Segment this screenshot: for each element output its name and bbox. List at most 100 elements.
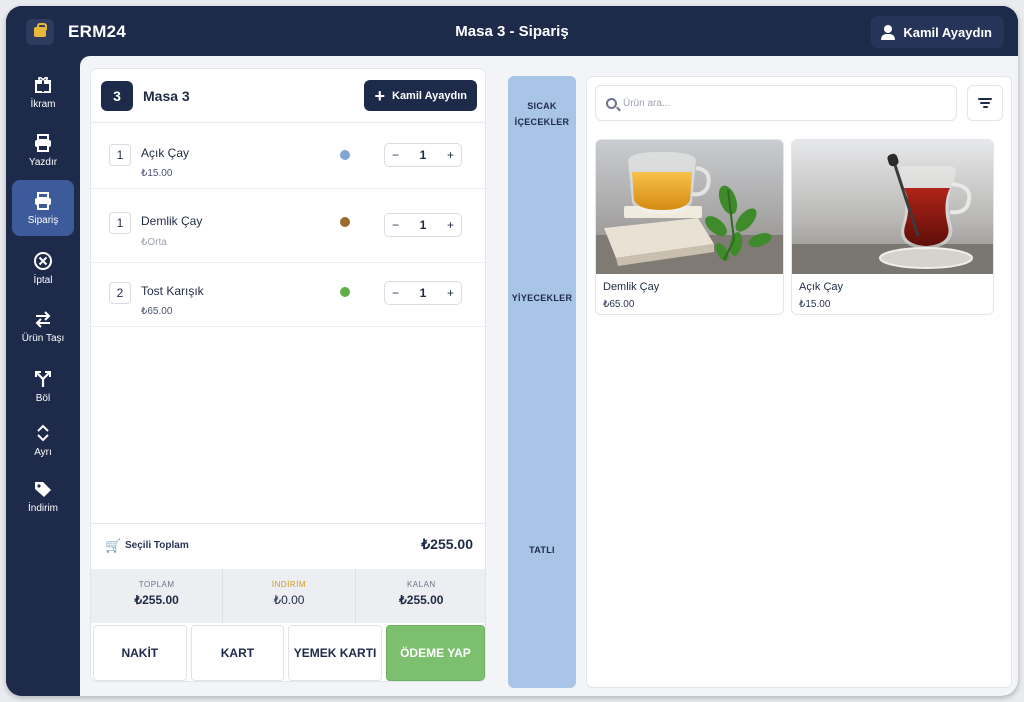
item-price: ₺Orta (141, 237, 167, 248)
sidebar-item-label: İndirim (27, 502, 58, 514)
item-quantity: 1 (109, 144, 131, 166)
gift-icon (35, 76, 51, 93)
remaining-value: ₺255.00 (399, 593, 444, 607)
stepper-value: 1 (419, 286, 427, 300)
cart-icon: 🛒 (105, 538, 122, 553)
top-bar: ERM24 Masa 3 - Sipariş Kamil Ayaydın (6, 6, 1018, 56)
item-name: Açık Çay (141, 146, 190, 160)
remaining-label: KALAN (406, 580, 436, 589)
stepper-value: 1 (419, 148, 427, 162)
stepper-value: 1 (419, 218, 427, 232)
pay-button[interactable]: ÖDEME YAP (385, 625, 485, 681)
order-item[interactable]: 1 Açık Çay ₺15.00 − 1 + (91, 123, 485, 189)
order-summary: TOPLAM ₺255.00 İNDİRİM ₺0.00 KALAN ₺255.… (91, 569, 485, 623)
sidebar-item-ayri[interactable]: Ayrı (12, 412, 74, 468)
filter-button[interactable] (967, 85, 1003, 121)
category-label: YİYECEKLER (511, 293, 573, 303)
user-name: Kamil Ayaydın (903, 24, 992, 40)
category-tatli[interactable]: TATLI (508, 542, 576, 558)
category-label: SICAK (527, 101, 557, 111)
sidebar-item-iptal[interactable]: İptal (12, 240, 74, 296)
quantity-stepper[interactable]: − 1 + (384, 143, 462, 167)
plus-icon[interactable]: + (447, 218, 454, 232)
sidebar-item-indirim[interactable]: İndirim (12, 468, 74, 524)
sidebar-item-yazdir[interactable]: Yazdır (12, 122, 74, 178)
product-card[interactable]: Açık Çay ₺15.00 (791, 139, 994, 315)
cash-button[interactable]: NAKİT (93, 625, 187, 681)
sidebar-item-label: İkram (30, 98, 56, 110)
product-image-acik-cay (792, 140, 993, 274)
quantity-stepper[interactable]: − 1 + (384, 281, 462, 305)
payment-buttons: NAKİT KART YEMEK KARTI ÖDEME YAP (91, 625, 485, 681)
category-bar: SICAK İÇECEKLER YİYECEKLER TATLI (508, 76, 576, 688)
minus-icon[interactable]: − (392, 286, 399, 300)
sidebar-item-ikram[interactable]: İkram (12, 64, 74, 120)
plus-icon: + (374, 85, 385, 106)
sidebar: İkram Yazdır Sipariş İptal Ürün Taşı Böl… (6, 56, 80, 696)
plus-icon[interactable]: + (447, 286, 454, 300)
summary-total: TOPLAM ₺255.00 (91, 569, 224, 623)
table-name: Masa 3 (143, 88, 190, 104)
cancel-icon (34, 251, 52, 270)
table-number-badge: 3 (101, 81, 133, 111)
product-panel: Ürün ara... Demlik Çay ₺65.00 Açık Çay ₺… (586, 76, 1012, 688)
search-placeholder: Ürün ara... (623, 97, 671, 109)
item-name: Tost Karışık (141, 284, 204, 298)
plus-icon[interactable]: + (447, 148, 454, 162)
order-item[interactable]: 1 Demlik Çay ₺Orta − 1 + (91, 189, 485, 263)
item-status-dot (340, 150, 350, 160)
product-name: Açık Çay (799, 281, 844, 293)
selected-total-row: 🛒 Seçili Toplam ₺255.00 (91, 523, 485, 565)
item-status-dot (340, 287, 350, 297)
category-yiyecekler[interactable]: YİYECEKLER (508, 290, 576, 306)
main-content: 3 Masa 3 + Kamil Ayaydın 1 Açık Çay ₺15.… (80, 56, 1018, 696)
search-input[interactable]: Ürün ara... (595, 85, 957, 121)
transfer-icon (35, 310, 51, 328)
product-name: Demlik Çay (603, 281, 660, 293)
product-price: ₺65.00 (603, 299, 635, 310)
item-name: Demlik Çay (141, 214, 203, 228)
minus-icon[interactable]: − (392, 148, 399, 162)
card-button[interactable]: KART (190, 625, 285, 681)
page-title: Masa 3 - Sipariş (455, 23, 569, 40)
order-header: 3 Masa 3 + Kamil Ayaydın (91, 69, 485, 123)
product-image-demlik-cay (596, 140, 783, 274)
sidebar-item-label: Böl (35, 392, 51, 404)
sidebar-item-bol[interactable]: Böl (12, 358, 74, 414)
order-panel: 3 Masa 3 + Kamil Ayaydın 1 Açık Çay ₺15.… (90, 68, 486, 682)
product-card[interactable]: Demlik Çay ₺65.00 (595, 139, 784, 315)
search-icon (606, 97, 617, 109)
sidebar-item-siparis[interactable]: Sipariş (12, 180, 74, 236)
split-icon (35, 370, 51, 387)
category-sicak-icecekler[interactable]: SICAK İÇECEKLER (508, 98, 576, 130)
sidebar-item-label: Ürün Taşı (21, 332, 65, 344)
item-quantity: 2 (109, 282, 131, 304)
waiter-button[interactable]: + Kamil Ayaydın (364, 80, 477, 111)
app-window: ERM24 Masa 3 - Sipariş Kamil Ayaydın İkr… (6, 6, 1018, 696)
item-price: ₺15.00 (141, 168, 173, 179)
minus-icon[interactable]: − (392, 218, 399, 232)
sidebar-item-label: Sipariş (27, 214, 59, 226)
meal-card-button[interactable]: YEMEK KARTI (288, 625, 382, 681)
item-status-dot (340, 217, 350, 227)
total-label: TOPLAM (138, 580, 175, 589)
sidebar-item-label: Ayrı (34, 446, 52, 458)
printer-icon (35, 133, 51, 152)
total-value: ₺255.00 (134, 593, 179, 607)
quantity-stepper[interactable]: − 1 + (384, 213, 462, 237)
sidebar-item-label: İptal (33, 274, 53, 286)
user-menu-button[interactable]: Kamil Ayaydın (871, 16, 1004, 48)
order-item[interactable]: 2 Tost Karışık ₺65.00 − 1 + (91, 263, 485, 327)
summary-remaining: KALAN ₺255.00 (356, 569, 485, 623)
sidebar-item-urun-tasi[interactable]: Ürün Taşı (12, 298, 74, 354)
item-price: ₺65.00 (141, 306, 173, 317)
summary-discount: İNDİRİM ₺0.00 (223, 569, 356, 623)
category-label: TATLI (529, 545, 555, 555)
printer-icon (35, 191, 51, 210)
discount-value: ₺0.00 (273, 593, 305, 607)
sidebar-item-label: Yazdır (28, 156, 58, 168)
category-label: İÇECEKLER (514, 117, 570, 127)
expand-icon (37, 424, 49, 441)
waiter-button-label: Kamil Ayaydın (392, 89, 467, 102)
selected-total-amount: ₺255.00 (421, 536, 473, 552)
